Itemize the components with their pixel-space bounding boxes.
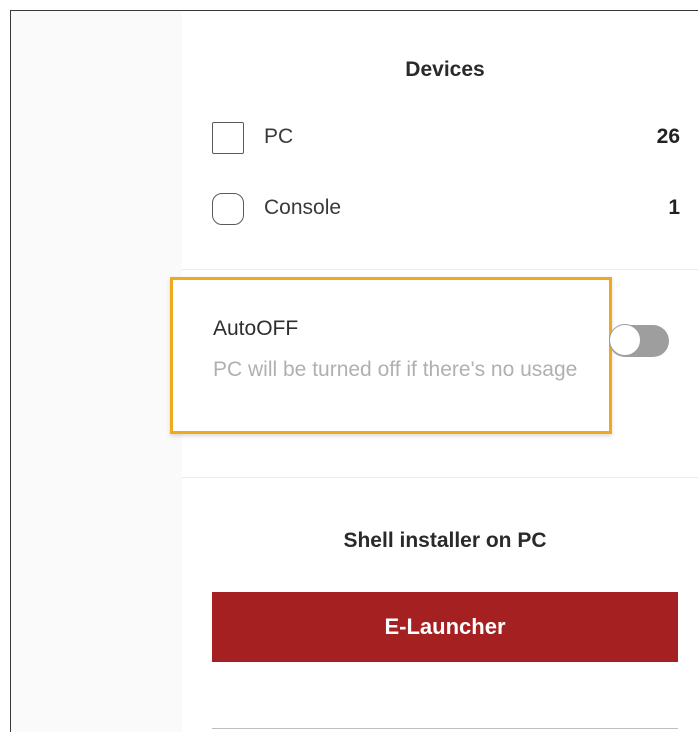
- pc-count: 26: [656, 125, 680, 148]
- pc-checkbox[interactable]: [212, 122, 244, 154]
- console-count: 1: [668, 196, 680, 219]
- autooff-toggle[interactable]: [609, 324, 669, 357]
- pc-label: PC: [264, 125, 294, 148]
- autooff-description: PC will be turned off if there's no usag…: [213, 358, 578, 381]
- toggle-knob: [609, 324, 641, 356]
- section-divider: [182, 477, 698, 478]
- device-row-console[interactable]: Console 1: [212, 193, 680, 227]
- installer-title: Shell installer on PC: [343, 529, 547, 552]
- e-launcher-button[interactable]: E-Launcher: [212, 592, 678, 662]
- bottom-divider: [212, 728, 678, 729]
- device-row-pc[interactable]: PC 26: [212, 122, 680, 156]
- autooff-title: AutoOFF: [213, 317, 299, 340]
- devices-title: Devices: [405, 58, 485, 81]
- console-label: Console: [264, 196, 342, 219]
- autooff-highlight-box: AutoOFF PC will be turned off if there's…: [170, 277, 612, 434]
- section-divider: [182, 269, 698, 270]
- console-checkbox[interactable]: [212, 193, 244, 225]
